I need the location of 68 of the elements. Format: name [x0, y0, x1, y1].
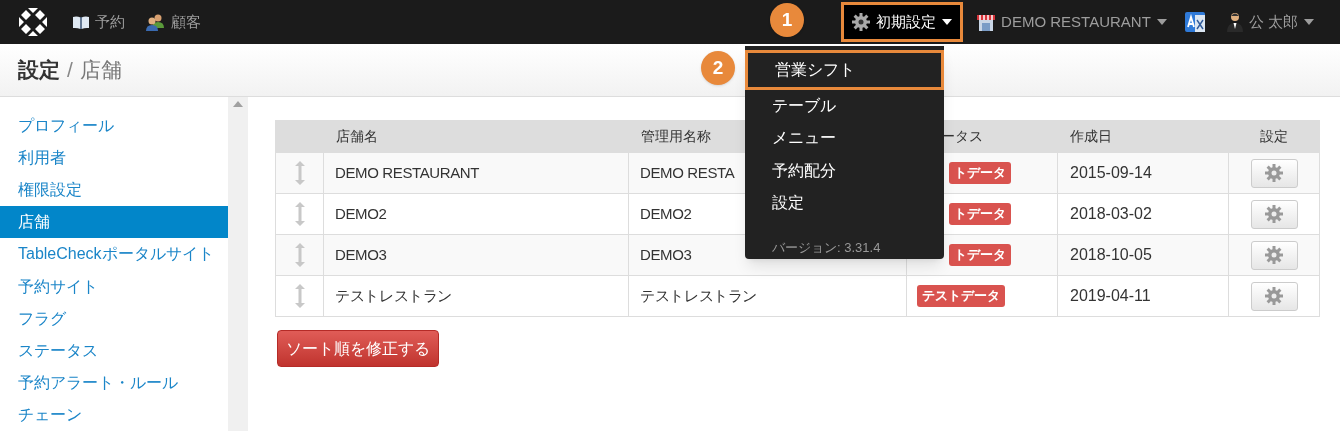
sidebar-item[interactable]: 予約アラート・ルール — [0, 366, 228, 399]
nav-link[interactable]: 予約 — [73, 10, 125, 34]
sidebar-item[interactable]: 権限設定 — [0, 174, 228, 207]
sidebar-item[interactable]: 店舗 — [0, 206, 228, 239]
table-cell-text: DEMO2 — [335, 203, 387, 224]
sidebar-item[interactable]: フラグ — [0, 302, 228, 335]
breadcrumb-separator: / — [67, 57, 73, 84]
column-header: 店舗名 — [336, 128, 378, 144]
breadcrumb-page: 店舗 — [79, 57, 122, 84]
settings-button[interactable] — [1250, 240, 1298, 270]
status-badge: トデータ — [949, 162, 1011, 184]
user-menu-button[interactable]: 公 太郎 — [1226, 10, 1314, 34]
settings-button[interactable] — [1250, 199, 1298, 229]
sidebar-item[interactable]: 利用者 — [0, 142, 228, 175]
sidebar-item[interactable]: TableCheckポータルサイト — [0, 238, 228, 271]
caret-icon — [942, 19, 953, 25]
table-cell-text: テストレストラン — [335, 285, 452, 306]
caret-icon — [1304, 19, 1314, 25]
drag-handle-icon[interactable] — [294, 161, 305, 185]
sidebar-item[interactable]: プロフィール — [0, 110, 228, 143]
table-cell-text: 2018-03-02 — [1070, 204, 1152, 224]
book-icon — [73, 15, 89, 29]
logo-icon[interactable] — [19, 8, 47, 36]
dropdown-item[interactable]: 営業シフト — [745, 50, 944, 90]
status-badge: トデータ — [949, 203, 1011, 225]
nav-link[interactable]: 顧客 — [145, 10, 201, 34]
column-header: 管理用名称 — [641, 128, 711, 144]
drag-handle-icon[interactable] — [294, 243, 305, 267]
status-badge: テストデータ — [917, 285, 1005, 307]
table-cell-text: DEMO2 — [640, 203, 692, 224]
breadcrumb-section: 設定 — [18, 54, 60, 86]
translate-icon[interactable] — [1184, 12, 1205, 32]
settings-button[interactable] — [1250, 158, 1298, 188]
gear-icon — [1265, 205, 1283, 223]
dropdown-item[interactable]: 設定 — [745, 186, 944, 219]
people-icon — [145, 13, 165, 31]
gear-icon — [1265, 164, 1283, 182]
version-label: バージョン: 3.31.4 — [772, 240, 881, 255]
table-cell-text: DEMO RESTA — [640, 162, 735, 183]
table-cell-text: DEMO RESTAURANT — [335, 162, 480, 183]
table-cell-text: DEMO3 — [640, 244, 692, 265]
dropdown-item[interactable]: 予約配分 — [745, 154, 944, 187]
dropdown-item[interactable]: メニュー — [745, 122, 944, 155]
column-header: 設定 — [1260, 128, 1288, 144]
dropdown-item[interactable]: テーブル — [745, 89, 944, 123]
table-cell-text: テストレストラン — [640, 285, 757, 306]
user-icon — [1226, 12, 1243, 32]
restaurant-menu-button[interactable]: DEMO RESTAURANT — [977, 10, 1167, 34]
gear-icon — [1265, 246, 1283, 264]
sidebar-item[interactable]: ステータス — [0, 334, 228, 367]
sidebar-item[interactable]: チェーン — [0, 398, 228, 431]
table-cell-text: DEMO3 — [335, 244, 387, 265]
gear-icon — [1265, 287, 1283, 305]
caret-icon — [1156, 19, 1167, 25]
settings-button[interactable] — [1250, 281, 1298, 311]
gear-icon — [852, 13, 871, 31]
status-badge: トデータ — [949, 244, 1011, 266]
drag-handle-icon[interactable] — [294, 284, 305, 308]
sort-order-button[interactable]: ソート順を修正する — [277, 330, 439, 367]
drag-handle-icon[interactable] — [294, 202, 305, 226]
store-icon — [977, 13, 996, 31]
table-cell-text: 2018-10-05 — [1070, 245, 1152, 265]
settings-menu-button[interactable]: 初期設定 — [841, 2, 964, 42]
table-cell-text: 2015-09-14 — [1070, 163, 1152, 183]
table-cell-text: 2019-04-11 — [1070, 286, 1151, 306]
column-header: 作成日 — [1070, 128, 1112, 144]
scroll-up-icon[interactable] — [233, 101, 243, 107]
sidebar-item[interactable]: 予約サイト — [0, 270, 228, 303]
